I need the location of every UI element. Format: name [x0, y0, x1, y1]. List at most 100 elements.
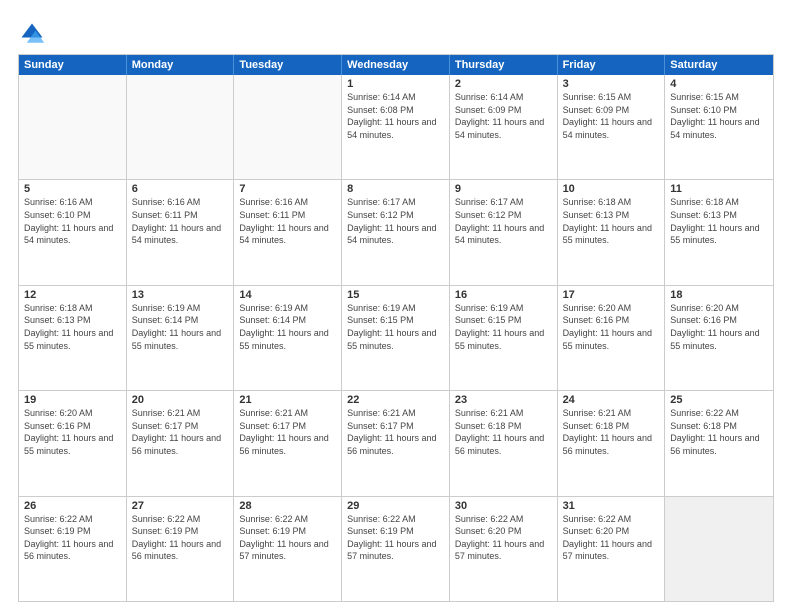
- calendar-header-day: Friday: [558, 55, 666, 75]
- calendar-cell: 14Sunrise: 6:19 AM Sunset: 6:14 PM Dayli…: [234, 286, 342, 390]
- day-info: Sunrise: 6:22 AM Sunset: 6:20 PM Dayligh…: [563, 513, 660, 563]
- calendar: SundayMondayTuesdayWednesdayThursdayFrid…: [18, 54, 774, 602]
- day-info: Sunrise: 6:22 AM Sunset: 6:19 PM Dayligh…: [24, 513, 121, 563]
- day-number: 23: [455, 394, 552, 406]
- calendar-cell: 20Sunrise: 6:21 AM Sunset: 6:17 PM Dayli…: [127, 391, 235, 495]
- day-info: Sunrise: 6:21 AM Sunset: 6:18 PM Dayligh…: [563, 407, 660, 457]
- calendar-cell: 23Sunrise: 6:21 AM Sunset: 6:18 PM Dayli…: [450, 391, 558, 495]
- calendar-cell: 30Sunrise: 6:22 AM Sunset: 6:20 PM Dayli…: [450, 497, 558, 601]
- calendar-cell: 25Sunrise: 6:22 AM Sunset: 6:18 PM Dayli…: [665, 391, 773, 495]
- calendar-cell: 19Sunrise: 6:20 AM Sunset: 6:16 PM Dayli…: [19, 391, 127, 495]
- day-info: Sunrise: 6:16 AM Sunset: 6:11 PM Dayligh…: [132, 196, 229, 246]
- day-number: 28: [239, 500, 336, 512]
- day-number: 3: [563, 78, 660, 90]
- day-number: 30: [455, 500, 552, 512]
- calendar-week-row: 19Sunrise: 6:20 AM Sunset: 6:16 PM Dayli…: [19, 391, 773, 496]
- day-number: 6: [132, 183, 229, 195]
- day-number: 26: [24, 500, 121, 512]
- day-info: Sunrise: 6:21 AM Sunset: 6:18 PM Dayligh…: [455, 407, 552, 457]
- day-number: 10: [563, 183, 660, 195]
- day-number: 14: [239, 289, 336, 301]
- calendar-cell: 8Sunrise: 6:17 AM Sunset: 6:12 PM Daylig…: [342, 180, 450, 284]
- calendar-header-day: Thursday: [450, 55, 558, 75]
- day-number: 1: [347, 78, 444, 90]
- calendar-header: SundayMondayTuesdayWednesdayThursdayFrid…: [19, 55, 773, 75]
- calendar-cell: 31Sunrise: 6:22 AM Sunset: 6:20 PM Dayli…: [558, 497, 666, 601]
- day-number: 7: [239, 183, 336, 195]
- calendar-cell: [127, 75, 235, 179]
- calendar-cell: 12Sunrise: 6:18 AM Sunset: 6:13 PM Dayli…: [19, 286, 127, 390]
- day-number: 20: [132, 394, 229, 406]
- day-info: Sunrise: 6:22 AM Sunset: 6:19 PM Dayligh…: [132, 513, 229, 563]
- day-number: 21: [239, 394, 336, 406]
- calendar-header-day: Tuesday: [234, 55, 342, 75]
- day-number: 31: [563, 500, 660, 512]
- day-number: 13: [132, 289, 229, 301]
- page: SundayMondayTuesdayWednesdayThursdayFrid…: [0, 0, 792, 612]
- calendar-cell: 4Sunrise: 6:15 AM Sunset: 6:10 PM Daylig…: [665, 75, 773, 179]
- calendar-cell: 28Sunrise: 6:22 AM Sunset: 6:19 PM Dayli…: [234, 497, 342, 601]
- day-info: Sunrise: 6:16 AM Sunset: 6:10 PM Dayligh…: [24, 196, 121, 246]
- day-info: Sunrise: 6:18 AM Sunset: 6:13 PM Dayligh…: [563, 196, 660, 246]
- calendar-cell: 1Sunrise: 6:14 AM Sunset: 6:08 PM Daylig…: [342, 75, 450, 179]
- day-number: 29: [347, 500, 444, 512]
- calendar-body: 1Sunrise: 6:14 AM Sunset: 6:08 PM Daylig…: [19, 75, 773, 601]
- day-info: Sunrise: 6:20 AM Sunset: 6:16 PM Dayligh…: [563, 302, 660, 352]
- calendar-cell: 5Sunrise: 6:16 AM Sunset: 6:10 PM Daylig…: [19, 180, 127, 284]
- calendar-cell: 27Sunrise: 6:22 AM Sunset: 6:19 PM Dayli…: [127, 497, 235, 601]
- day-info: Sunrise: 6:20 AM Sunset: 6:16 PM Dayligh…: [670, 302, 768, 352]
- day-info: Sunrise: 6:15 AM Sunset: 6:10 PM Dayligh…: [670, 91, 768, 141]
- day-number: 25: [670, 394, 768, 406]
- day-info: Sunrise: 6:21 AM Sunset: 6:17 PM Dayligh…: [239, 407, 336, 457]
- day-info: Sunrise: 6:14 AM Sunset: 6:08 PM Dayligh…: [347, 91, 444, 141]
- day-number: 16: [455, 289, 552, 301]
- calendar-cell: 22Sunrise: 6:21 AM Sunset: 6:17 PM Dayli…: [342, 391, 450, 495]
- header: [18, 16, 774, 48]
- day-number: 17: [563, 289, 660, 301]
- day-number: 2: [455, 78, 552, 90]
- calendar-cell: 7Sunrise: 6:16 AM Sunset: 6:11 PM Daylig…: [234, 180, 342, 284]
- day-info: Sunrise: 6:18 AM Sunset: 6:13 PM Dayligh…: [670, 196, 768, 246]
- day-number: 22: [347, 394, 444, 406]
- calendar-cell: 2Sunrise: 6:14 AM Sunset: 6:09 PM Daylig…: [450, 75, 558, 179]
- day-info: Sunrise: 6:20 AM Sunset: 6:16 PM Dayligh…: [24, 407, 121, 457]
- day-info: Sunrise: 6:21 AM Sunset: 6:17 PM Dayligh…: [347, 407, 444, 457]
- day-number: 4: [670, 78, 768, 90]
- day-number: 24: [563, 394, 660, 406]
- day-info: Sunrise: 6:19 AM Sunset: 6:14 PM Dayligh…: [239, 302, 336, 352]
- day-number: 9: [455, 183, 552, 195]
- day-number: 12: [24, 289, 121, 301]
- logo: [18, 20, 50, 48]
- calendar-week-row: 12Sunrise: 6:18 AM Sunset: 6:13 PM Dayli…: [19, 286, 773, 391]
- day-number: 8: [347, 183, 444, 195]
- calendar-cell: 15Sunrise: 6:19 AM Sunset: 6:15 PM Dayli…: [342, 286, 450, 390]
- calendar-cell: 26Sunrise: 6:22 AM Sunset: 6:19 PM Dayli…: [19, 497, 127, 601]
- day-info: Sunrise: 6:22 AM Sunset: 6:18 PM Dayligh…: [670, 407, 768, 457]
- calendar-header-day: Wednesday: [342, 55, 450, 75]
- day-number: 18: [670, 289, 768, 301]
- calendar-cell: [665, 497, 773, 601]
- day-number: 15: [347, 289, 444, 301]
- logo-icon: [18, 20, 46, 48]
- calendar-cell: 6Sunrise: 6:16 AM Sunset: 6:11 PM Daylig…: [127, 180, 235, 284]
- day-info: Sunrise: 6:22 AM Sunset: 6:19 PM Dayligh…: [347, 513, 444, 563]
- day-info: Sunrise: 6:22 AM Sunset: 6:19 PM Dayligh…: [239, 513, 336, 563]
- calendar-week-row: 5Sunrise: 6:16 AM Sunset: 6:10 PM Daylig…: [19, 180, 773, 285]
- day-info: Sunrise: 6:17 AM Sunset: 6:12 PM Dayligh…: [347, 196, 444, 246]
- day-info: Sunrise: 6:19 AM Sunset: 6:15 PM Dayligh…: [455, 302, 552, 352]
- day-info: Sunrise: 6:22 AM Sunset: 6:20 PM Dayligh…: [455, 513, 552, 563]
- day-info: Sunrise: 6:21 AM Sunset: 6:17 PM Dayligh…: [132, 407, 229, 457]
- day-info: Sunrise: 6:18 AM Sunset: 6:13 PM Dayligh…: [24, 302, 121, 352]
- calendar-cell: 13Sunrise: 6:19 AM Sunset: 6:14 PM Dayli…: [127, 286, 235, 390]
- day-number: 5: [24, 183, 121, 195]
- day-number: 11: [670, 183, 768, 195]
- calendar-cell: [19, 75, 127, 179]
- day-number: 27: [132, 500, 229, 512]
- calendar-cell: 17Sunrise: 6:20 AM Sunset: 6:16 PM Dayli…: [558, 286, 666, 390]
- day-info: Sunrise: 6:19 AM Sunset: 6:15 PM Dayligh…: [347, 302, 444, 352]
- calendar-cell: 18Sunrise: 6:20 AM Sunset: 6:16 PM Dayli…: [665, 286, 773, 390]
- calendar-week-row: 1Sunrise: 6:14 AM Sunset: 6:08 PM Daylig…: [19, 75, 773, 180]
- calendar-header-day: Sunday: [19, 55, 127, 75]
- calendar-cell: 11Sunrise: 6:18 AM Sunset: 6:13 PM Dayli…: [665, 180, 773, 284]
- calendar-cell: 10Sunrise: 6:18 AM Sunset: 6:13 PM Dayli…: [558, 180, 666, 284]
